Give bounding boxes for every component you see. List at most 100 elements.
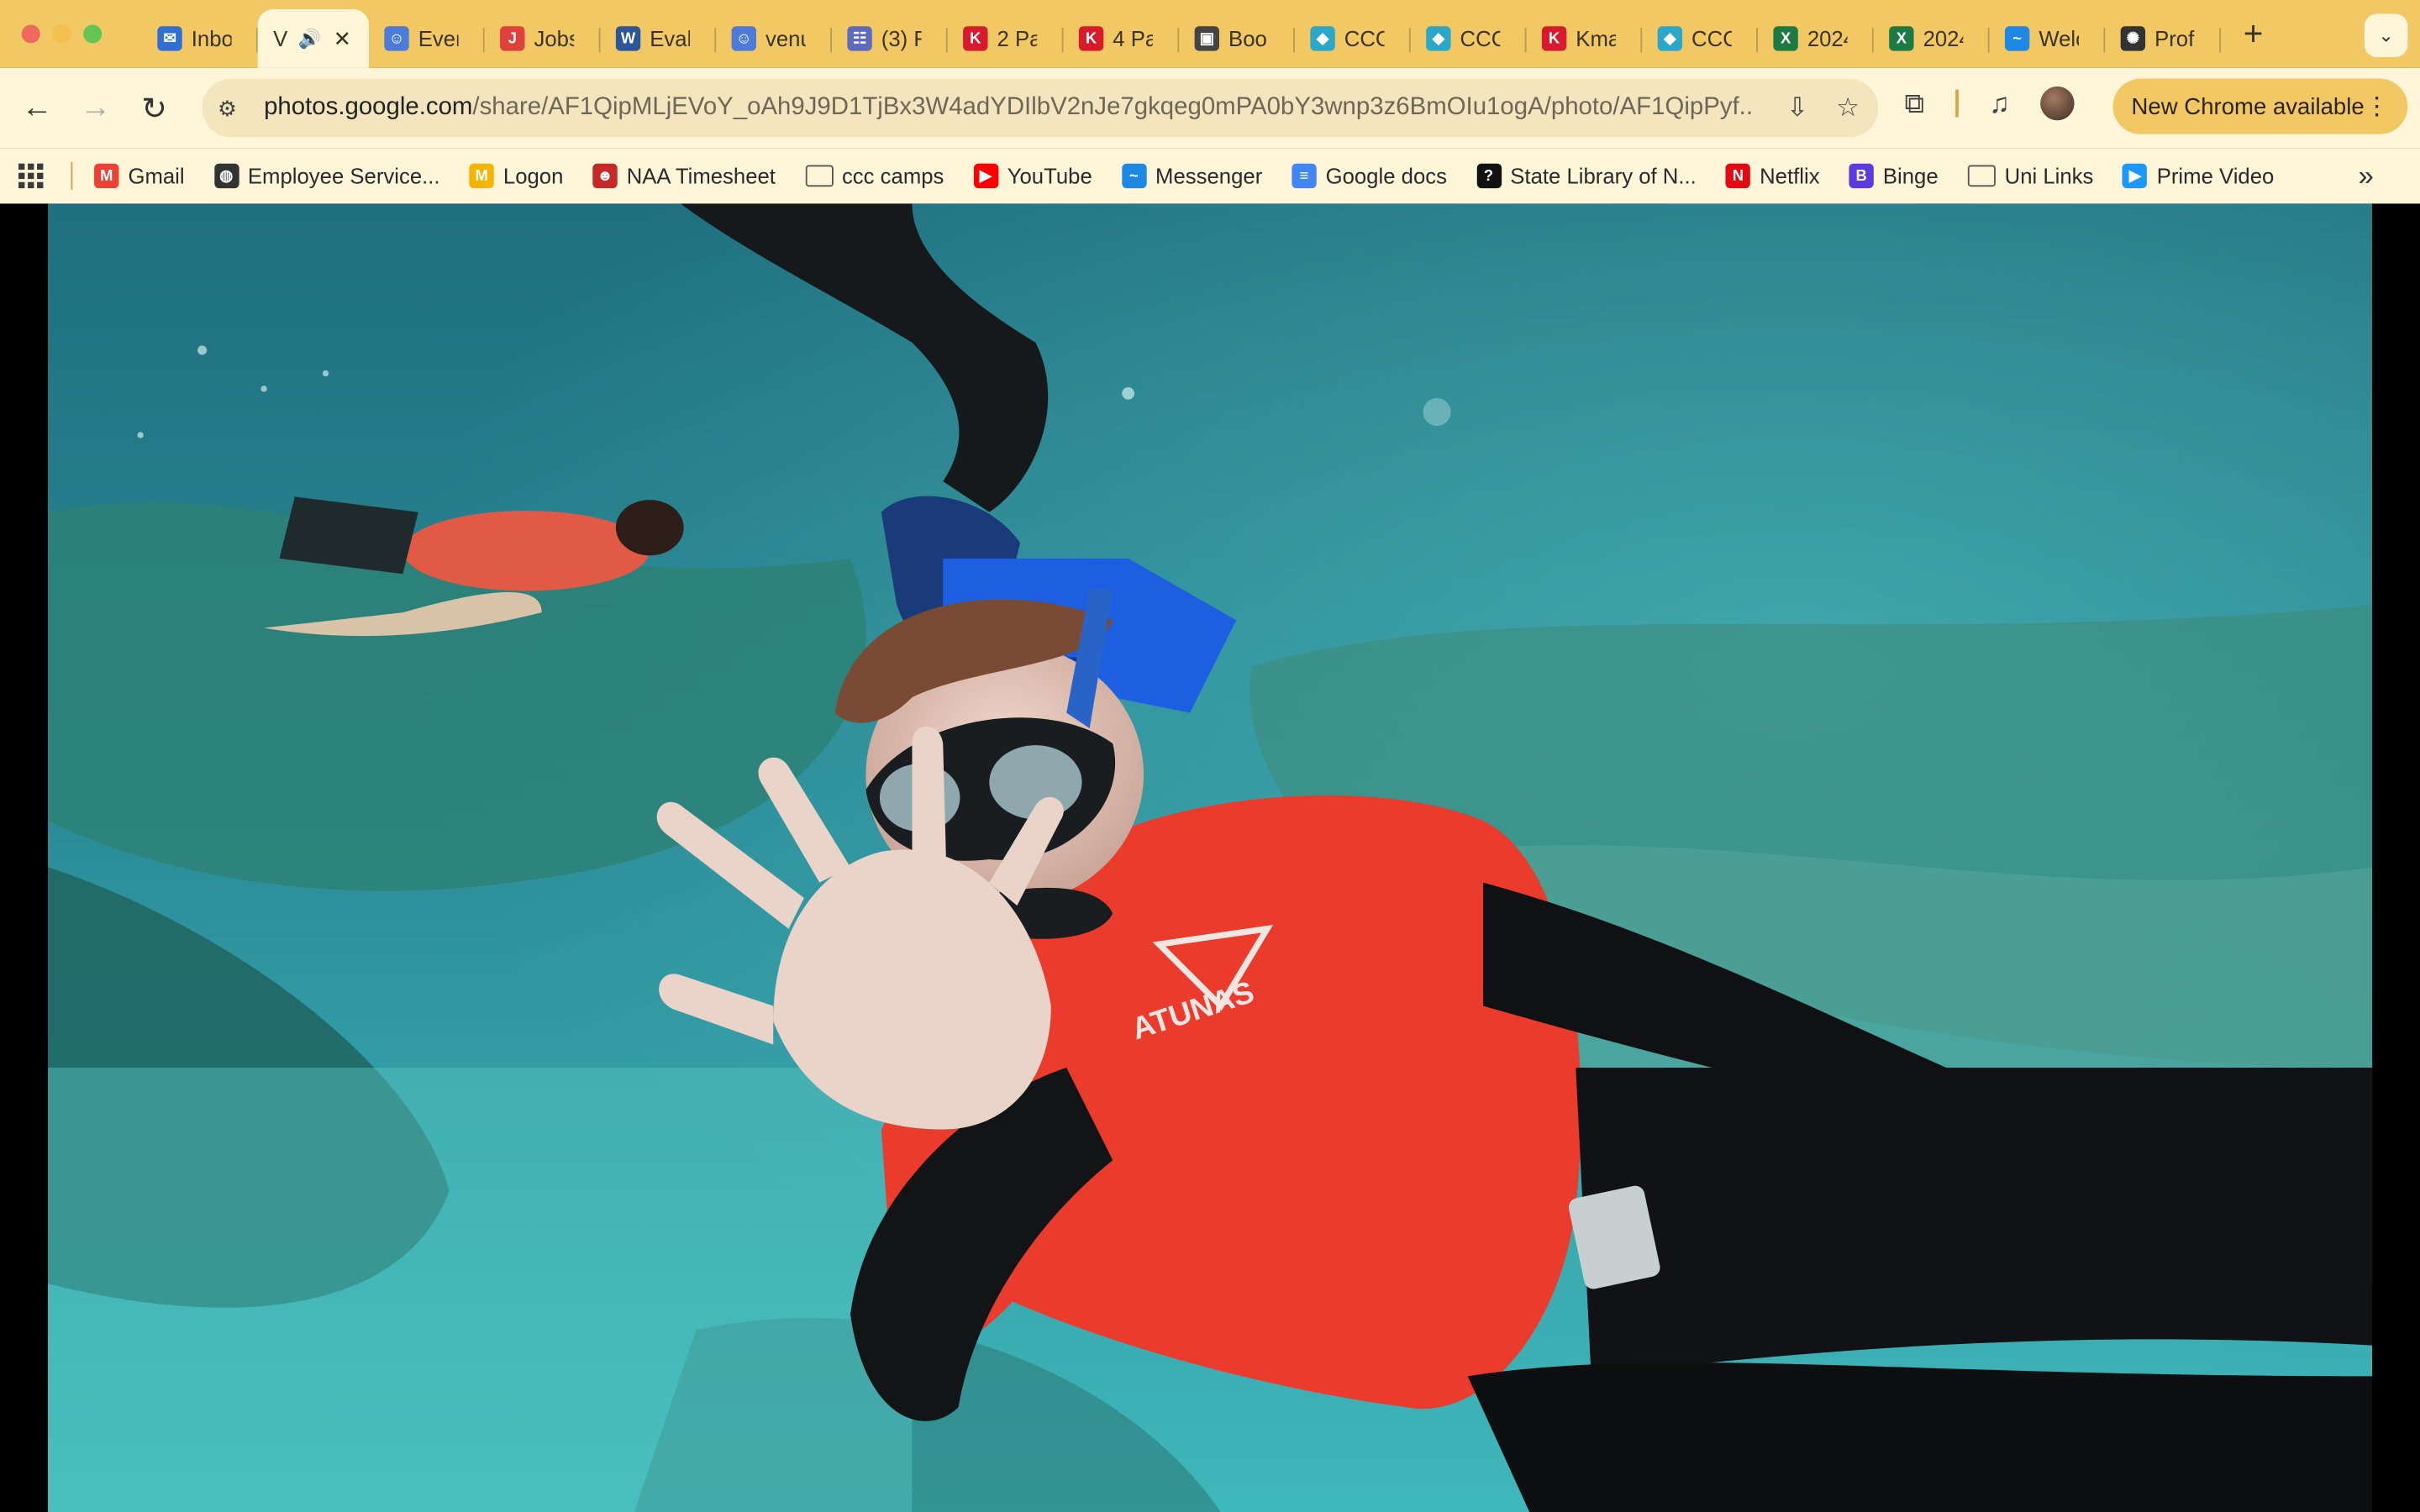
tab-16[interactable]: ~ Welcome	[1990, 15, 2106, 61]
group-icon: ☷	[847, 26, 872, 51]
bookmark-favicon-icon: ▶	[973, 163, 998, 189]
bookmark-favicon-icon: ≡	[1292, 163, 1317, 189]
media-control-icon[interactable]: ♫	[1989, 87, 2010, 120]
tab-3[interactable]: J Jobs	[485, 15, 601, 61]
bookmark-item[interactable]: ▶ Prime Video	[2123, 163, 2275, 189]
tab-6[interactable]: ☷ (3) F	[832, 15, 948, 61]
new-tab-button[interactable]: +	[2230, 14, 2276, 55]
bookmark-item[interactable]: ccc camps	[804, 164, 944, 188]
tab-title: 2024	[1923, 26, 1964, 51]
bookmark-item[interactable]: M Gmail	[94, 163, 185, 189]
bookmark-favicon-icon: ~	[1121, 163, 1147, 189]
forward-arrow-icon[interactable]: →	[66, 90, 125, 125]
tab-15[interactable]: X 2024	[1874, 15, 1990, 61]
tab-10[interactable]: ◆ CCC	[1295, 15, 1411, 61]
excel-icon: X	[1773, 26, 1798, 51]
tab-7[interactable]: K 2 Pack	[948, 15, 1064, 61]
tab-title: Prof	[2154, 26, 2195, 51]
url-path: /share/AF1QipMLjEVoY_oAh9J9D1TjBx3W4adYD…	[472, 94, 1754, 121]
bookmark-item[interactable]: ~ Messenger	[1121, 163, 1262, 189]
minimize-window-button[interactable]	[52, 24, 71, 44]
bookmark-label: Prime Video	[2156, 163, 2275, 189]
tab-1[interactable]: V 🔊 ✕	[257, 9, 369, 68]
back-arrow-icon[interactable]: ←	[8, 90, 66, 125]
photo-viewer: ATUNAS	[0, 203, 2420, 1512]
close-tab-icon[interactable]: ✕	[334, 25, 352, 51]
tab-17[interactable]: ✺ Prof	[2105, 15, 2222, 61]
tab-title: 2 Pack	[997, 26, 1038, 51]
site-info-icon[interactable]: ⚙	[218, 95, 251, 121]
new-chrome-available-button[interactable]: New Chrome available ⋮	[2112, 78, 2408, 134]
url-host: photos.google.com	[264, 94, 473, 121]
tab-title: venue	[765, 26, 806, 51]
speaker-icon[interactable]: 🔊	[297, 28, 320, 50]
bookmark-item[interactable]: ≡ Google docs	[1292, 163, 1447, 189]
bookmark-item[interactable]: ☻ NAA Timesheet	[592, 163, 776, 189]
bookmark-favicon-icon: ?	[1476, 163, 1502, 189]
url-text[interactable]: photos.google.com/share/AF1QipMLjEVoY_oA…	[264, 94, 1753, 122]
reload-icon[interactable]: ↻	[125, 89, 184, 128]
bookmarks-bar: M Gmail ◍ Employee Service... M Logon ☻ NAA Tim…	[0, 148, 2420, 204]
bookmark-item[interactable]: ▶ YouTube	[973, 163, 1092, 189]
tab-9[interactable]: ▣ Boo	[1179, 15, 1296, 61]
bookmark-label: Google docs	[1325, 163, 1447, 189]
ccc-icon: ◆	[1310, 26, 1335, 51]
maximize-window-button[interactable]	[83, 24, 103, 44]
more-bookmarks-chevron-icon[interactable]: »	[2359, 160, 2374, 192]
jobs-icon: J	[500, 26, 525, 51]
tab-0[interactable]: ✉ Inbox	[142, 15, 258, 61]
tab-title: 4 Pack	[1113, 26, 1153, 51]
bookmark-label: NAA Timesheet	[626, 163, 776, 189]
tab-title: Events	[418, 26, 459, 51]
bookmark-favicon-icon: M	[469, 163, 494, 189]
tab-8[interactable]: K 4 Pack	[1064, 15, 1180, 61]
bookmark-favicon-icon: N	[1725, 163, 1751, 189]
word-icon: W	[615, 26, 641, 51]
close-window-button[interactable]	[21, 24, 40, 44]
bookmark-label: YouTube	[1007, 163, 1092, 189]
browser-window: ✉InboxV🔊✕☺EventsJJobsWEval☺venue☷(3) FK2…	[0, 0, 2420, 1512]
tab-5[interactable]: ☺ venue	[716, 15, 832, 61]
underwater-photo[interactable]: ATUNAS	[47, 203, 2373, 1512]
install-app-icon[interactable]: ⇩	[1786, 92, 1808, 123]
window-controls	[21, 24, 142, 44]
bookmark-item[interactable]: ◍ Employee Service...	[213, 163, 440, 189]
messenger-icon: ~	[2004, 26, 2030, 51]
bookmark-item[interactable]: N Netflix	[1725, 163, 1820, 189]
tab-title: Kmart	[1576, 26, 1616, 51]
bookmark-item[interactable]: ? State Library of N...	[1476, 163, 1697, 189]
more-menu-icon[interactable]: ⋮	[2365, 91, 2389, 122]
tab-title: Welcome	[2039, 26, 2079, 51]
extensions-puzzle-icon[interactable]: ⧉	[1905, 87, 1925, 120]
tab-11[interactable]: ◆ CCC	[1411, 15, 1527, 61]
tab-12[interactable]: K Kmart	[1527, 15, 1643, 61]
bookmark-favicon-icon: ☻	[592, 163, 618, 189]
kmart-icon: K	[963, 26, 988, 51]
site-icon: ☺	[731, 26, 756, 51]
bookmark-list: M Gmail ◍ Employee Service... M Logon ☻ NAA Tim…	[94, 163, 2303, 189]
bookmark-label: Employee Service...	[247, 163, 440, 189]
tab-title: Inbox	[191, 26, 232, 51]
tab-title: CCC	[1460, 26, 1501, 51]
tab-2[interactable]: ☺ Events	[369, 15, 485, 61]
address-bar[interactable]: ⚙ photos.google.com/share/AF1QipMLjEVoY_…	[202, 78, 1879, 138]
tab-13[interactable]: ◆ CCC	[1642, 15, 1759, 61]
bookmark-label: State Library of N...	[1510, 163, 1697, 189]
tab-14[interactable]: X 2024	[1758, 15, 1874, 61]
bookmark-item[interactable]: M Logon	[469, 163, 563, 189]
profile-avatar[interactable]	[2040, 86, 2075, 121]
bookmark-item[interactable]: Uni Links	[1967, 163, 2094, 189]
bookmark-label: Binge	[1882, 163, 1939, 189]
site-icon: ☺	[384, 26, 409, 51]
apps-grid-icon[interactable]	[18, 163, 50, 189]
tab-4[interactable]: W Eval	[600, 15, 717, 61]
bookmark-star-icon[interactable]: ☆	[1836, 92, 1860, 123]
bookmark-label: Uni Links	[2004, 163, 2094, 189]
bookmark-label: Gmail	[128, 163, 185, 189]
chatgpt-icon: ✺	[2120, 26, 2146, 51]
ccc-icon: ◆	[1657, 26, 1683, 51]
kmart-icon: K	[1078, 26, 1104, 51]
bookmark-item[interactable]: B Binge	[1849, 163, 1939, 189]
toolbar: ← → ↻ ⚙ photos.google.com/share/AF1QipML…	[0, 67, 2420, 149]
tab-search-chevron-icon[interactable]: ⌄	[2364, 13, 2408, 57]
